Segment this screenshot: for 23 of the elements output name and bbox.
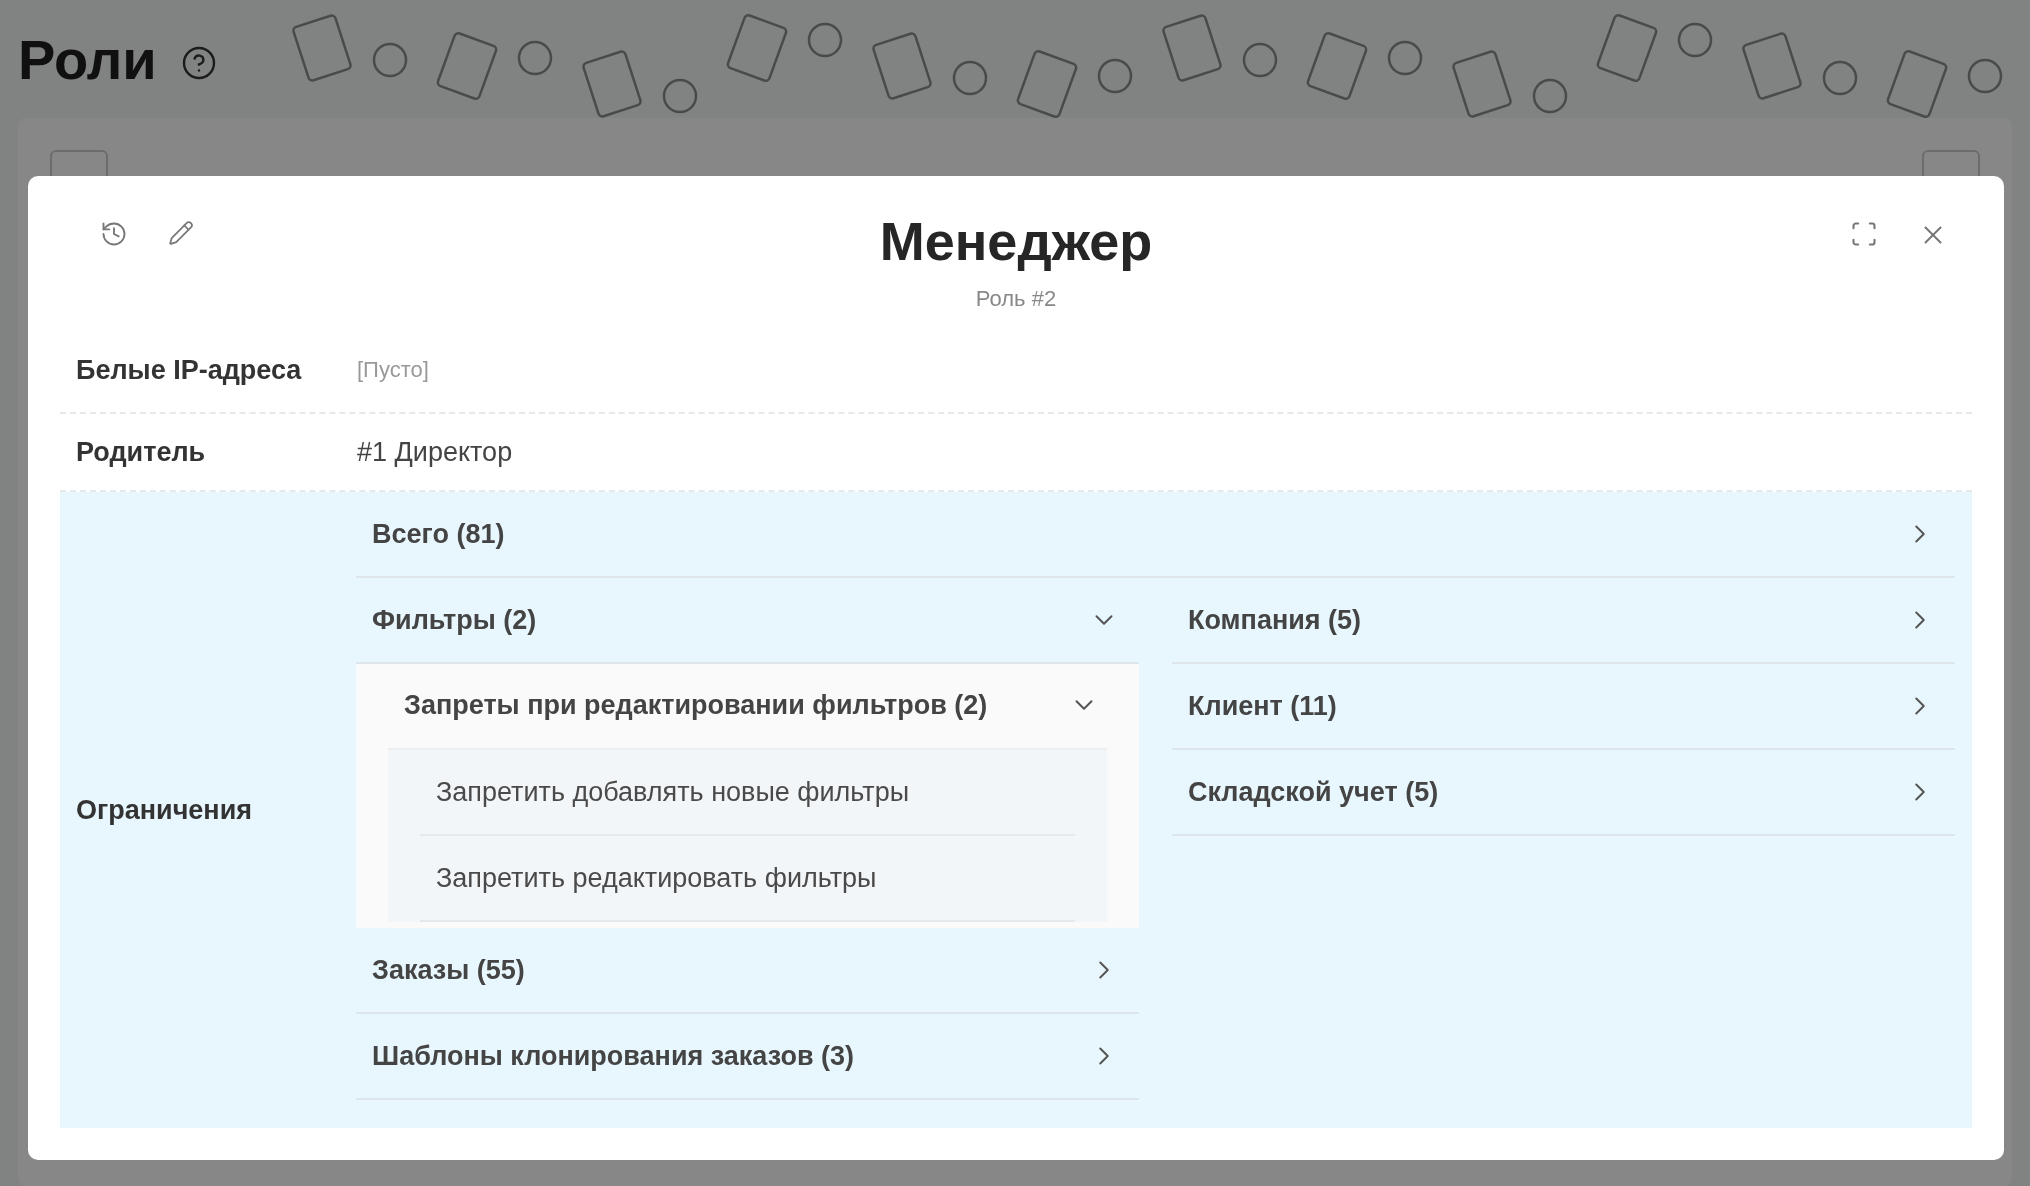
dialog-title: Менеджер bbox=[879, 210, 1153, 272]
field-value: #1 Директор bbox=[357, 436, 514, 468]
history-icon bbox=[100, 220, 128, 248]
edit-button[interactable] bbox=[168, 220, 194, 248]
field-value: [Пусто] bbox=[357, 357, 430, 383]
field-label: Ограничения bbox=[75, 794, 253, 826]
subcategory-row[interactable]: Запреты при редактировании фильтров (2) bbox=[356, 664, 1139, 748]
category-row[interactable]: Шаблоны клонирования заказов (3) bbox=[356, 1014, 1139, 1100]
category-row[interactable]: Клиент (11) bbox=[1172, 664, 1955, 750]
field-label: Белые IP-адреса bbox=[75, 354, 303, 386]
category-row[interactable]: Складской учет (5) bbox=[1172, 750, 1955, 836]
category-row[interactable]: Компания (5) bbox=[1172, 578, 1955, 664]
category-row[interactable]: Всего (81) bbox=[356, 492, 1955, 578]
fullscreen-icon bbox=[1850, 220, 1878, 248]
pencil-icon bbox=[168, 220, 194, 246]
dialog-subtitle: Роль #2 bbox=[975, 286, 1057, 312]
field-label: Родитель bbox=[75, 436, 207, 468]
permission-item: Запретить редактировать фильтры bbox=[435, 862, 877, 894]
history-button[interactable] bbox=[100, 220, 128, 248]
permission-item: Запретить добавлять новые фильтры bbox=[435, 776, 910, 808]
help-icon[interactable] bbox=[180, 45, 217, 81]
page-title: Роли bbox=[18, 26, 157, 92]
category-row[interactable]: Заказы (55) bbox=[356, 928, 1139, 1014]
